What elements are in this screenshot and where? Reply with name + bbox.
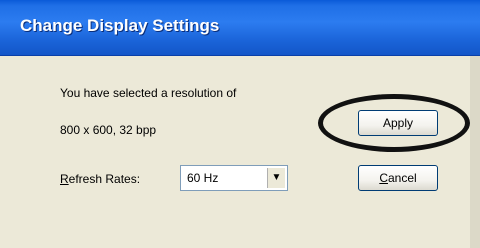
cancel-button[interactable]: Cancel	[358, 165, 438, 191]
refresh-rate-value: 60 Hz	[187, 171, 219, 185]
refresh-rate-select[interactable]: 60 Hz ▼	[180, 165, 288, 191]
apply-label: Apply	[382, 116, 414, 130]
window-title: Change Display Settings	[20, 16, 220, 35]
change-display-settings-dialog: Change Display Settings You have selecte…	[0, 0, 480, 248]
cancel-label: ancel	[387, 171, 417, 185]
cancel-accelerator: C	[379, 171, 388, 185]
title-bar[interactable]: Change Display Settings	[0, 0, 480, 56]
dialog-content: You have selected a resolution of 800 x …	[0, 56, 480, 248]
resolution-message: You have selected a resolution of	[60, 86, 237, 100]
refresh-rates-label: Refresh Rates:	[60, 172, 140, 186]
refresh-rates-label-text: efresh Rates:	[68, 172, 141, 186]
apply-button[interactable]: Apply	[358, 110, 438, 136]
resolution-value: 800 x 600, 32 bpp	[60, 123, 157, 137]
window-edge	[470, 56, 480, 248]
refresh-rates-accelerator: R	[60, 172, 69, 186]
chevron-down-icon[interactable]: ▼	[267, 168, 285, 188]
